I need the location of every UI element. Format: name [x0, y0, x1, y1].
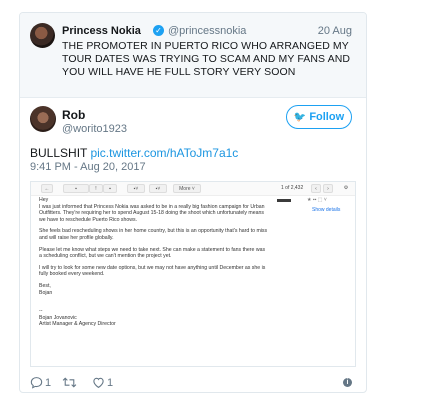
tweet-text-prefix: BULLSHIT — [30, 146, 91, 160]
embedded-tweet-card: Princess Nokia ✓ @princessnokia 20 Aug T… — [19, 12, 367, 393]
email-paragraph: Hey I was just informed that Princess Nok… — [39, 197, 265, 223]
retweet-button[interactable] — [62, 376, 77, 389]
email-paragraph: Please let me know what steps we need to… — [39, 246, 266, 260]
quoted-tweet-text: THE PROMOTER IN PUERTO RICO WHO ARRANGED… — [62, 40, 351, 78]
email-paragraph: I will try to look for some new date opt… — [39, 264, 266, 278]
reply-icon — [30, 377, 43, 389]
chevron-right-icon: › — [323, 184, 333, 193]
email-signature: -- Bojan Jovanovic Artist Manager & Agency… — [39, 308, 116, 328]
folder-icon: ▪˅ — [127, 184, 145, 193]
email-screenshot[interactable]: ← ▪ ! ▪ ▪˅ ▪˅ More ˅ 1 of 2,432 ‹ › ⚙ ★ … — [30, 181, 356, 367]
archive-icon: ▪ — [63, 184, 89, 193]
like-count: 1 — [107, 376, 114, 389]
quoted-date[interactable]: 20 Aug — [318, 25, 352, 37]
retweet-icon — [62, 377, 77, 388]
author-name[interactable]: Rob — [62, 108, 85, 122]
reply-count: 1 — [45, 376, 52, 389]
quoted-author-name[interactable]: Princess Nokia — [62, 25, 141, 37]
tweet-timestamp[interactable]: 9:41 PM - Aug 20, 2017 — [30, 161, 146, 173]
follow-label: Follow — [309, 111, 345, 123]
email-paragraph: She feels bad rescheduling shows in her … — [39, 228, 268, 241]
settings-icon: ⚙ — [343, 185, 349, 191]
tweet-media-link[interactable]: pic.twitter.com/hAToJm7a1c — [90, 146, 238, 160]
like-button[interactable]: 1 — [92, 376, 113, 389]
follow-button[interactable]: 🐦 Follow — [286, 105, 352, 129]
quoted-tweet[interactable]: Princess Nokia ✓ @princessnokia 20 Aug T… — [20, 13, 366, 98]
more-menu: More ˅ — [173, 184, 201, 193]
twitter-bird-icon: 🐦 — [293, 112, 307, 123]
message-count: 1 of 2,432 — [281, 185, 304, 191]
spam-icon: ! — [89, 184, 103, 193]
email-toolbar: ← ▪ ! ▪ ▪˅ ▪˅ More ˅ 1 of 2,432 ‹ › ⚙ — [31, 182, 355, 196]
label-icon: ▪˅ — [149, 184, 167, 193]
reply-button[interactable]: 1 — [30, 376, 51, 389]
back-arrow-icon: ← — [41, 184, 53, 193]
quoted-author-handle[interactable]: @princessnokia — [168, 25, 246, 37]
email-action-icons: ★ ▪▪ ⬚ ˅ — [307, 197, 327, 203]
email-signoff: Best, Bojan — [39, 282, 53, 296]
chevron-left-icon: ‹ — [311, 184, 321, 193]
email-body: Hey I was just informed that Princess Nok… — [39, 197, 269, 333]
heart-icon — [93, 377, 104, 389]
delete-icon: ▪ — [103, 184, 117, 193]
author-handle[interactable]: @worito1923 — [62, 123, 127, 135]
tweet-actions: 1 1 i — [30, 376, 360, 390]
tweet-text: BULLSHIT pic.twitter.com/hAToJm7a1c — [30, 146, 238, 160]
show-details-link: Show details — [312, 207, 341, 213]
info-icon[interactable]: i — [343, 378, 352, 387]
avatar[interactable] — [30, 106, 56, 132]
sender-bar — [277, 199, 291, 202]
quoted-avatar[interactable] — [30, 23, 55, 48]
verified-badge-icon: ✓ — [153, 25, 164, 36]
